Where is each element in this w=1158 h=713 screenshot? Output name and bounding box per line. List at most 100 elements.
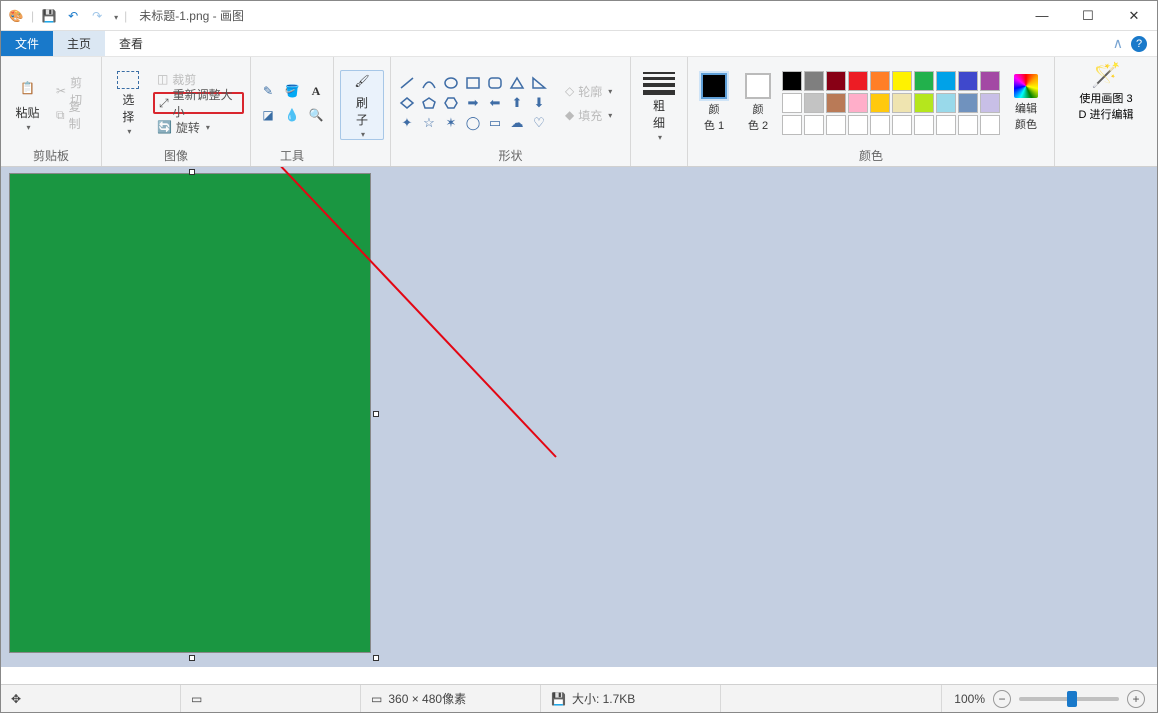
shape-roundrect[interactable] — [485, 74, 505, 92]
shape-arrow-left[interactable]: ⬅ — [485, 94, 505, 112]
paint3d-button[interactable]: 🪄 使用画图 3 D 进行编辑 — [1061, 61, 1151, 122]
fill-icon: ◆ — [565, 108, 574, 122]
shape-triangle[interactable] — [529, 74, 549, 92]
text-tool[interactable]: A — [305, 80, 327, 102]
palette-color[interactable] — [958, 115, 978, 135]
shape-heart[interactable]: ♡ — [529, 114, 549, 132]
palette-color[interactable] — [892, 115, 912, 135]
palette-color[interactable] — [782, 93, 802, 113]
shape-rect[interactable] — [463, 74, 483, 92]
shape-pentagon[interactable] — [419, 94, 439, 112]
fill-tool[interactable]: 🪣 — [281, 80, 303, 102]
group-colors: 颜 色 1 颜 色 2 编辑 颜色 颜色 — [688, 57, 1055, 166]
edit-colors-button[interactable]: 编辑 颜色 — [1004, 74, 1048, 132]
paste-button[interactable]: 📋 粘贴 — [7, 68, 48, 138]
pencil-tool[interactable]: ✎ — [257, 80, 279, 102]
copy-icon: ⧉ — [56, 108, 65, 123]
resize-button[interactable]: ⤢重新调整大小 — [153, 92, 244, 114]
zoom-in-button[interactable]: + — [1127, 690, 1145, 708]
redo-icon[interactable]: ↷ — [88, 7, 106, 25]
palette-color[interactable] — [870, 71, 890, 91]
palette-color[interactable] — [914, 115, 934, 135]
palette-color[interactable] — [804, 71, 824, 91]
resize-handle-bottom[interactable] — [189, 655, 195, 661]
save-icon[interactable]: 💾 — [40, 7, 58, 25]
shape-diamond[interactable] — [397, 94, 417, 112]
shape-line[interactable] — [397, 74, 417, 92]
shape-oval[interactable] — [441, 74, 461, 92]
shape-arrow-up[interactable]: ⬆ — [507, 94, 527, 112]
palette-color[interactable] — [958, 93, 978, 113]
qat-dropdown[interactable] — [112, 9, 118, 23]
palette-color[interactable] — [782, 115, 802, 135]
palette-color[interactable] — [804, 93, 824, 113]
shape-6star[interactable]: ✶ — [441, 114, 461, 132]
resize-handle-top[interactable] — [189, 169, 195, 175]
shape-arrow-right[interactable]: ➡ — [463, 94, 483, 112]
canvas-area[interactable] — [1, 167, 1157, 667]
palette-color[interactable] — [936, 115, 956, 135]
tab-view[interactable]: 查看 — [105, 31, 157, 56]
shape-curve[interactable] — [419, 74, 439, 92]
shape-arrow-down[interactable]: ⬇ — [529, 94, 549, 112]
collapse-ribbon-icon[interactable]: ∧ — [1113, 35, 1123, 52]
shape-callout-round[interactable]: ◯ — [463, 114, 483, 132]
zoom-thumb[interactable] — [1067, 691, 1077, 707]
palette-color[interactable] — [914, 93, 934, 113]
color2-button[interactable]: 颜 色 2 — [738, 73, 778, 133]
palette-color[interactable] — [848, 115, 868, 135]
shape-5star[interactable]: ☆ — [419, 114, 439, 132]
canvas[interactable] — [9, 173, 371, 653]
shape-callout-rect[interactable]: ▭ — [485, 114, 505, 132]
tab-home[interactable]: 主页 — [53, 31, 105, 56]
minimize-button[interactable]: — — [1019, 1, 1065, 31]
palette-color[interactable] — [848, 71, 868, 91]
zoom-slider[interactable] — [1019, 697, 1119, 701]
rotate-button[interactable]: 🔄旋转 — [153, 116, 244, 138]
palette-color[interactable] — [826, 71, 846, 91]
shape-4star[interactable]: ✦ — [397, 114, 417, 132]
tab-file[interactable]: 文件 — [1, 31, 53, 56]
resize-handle-corner[interactable] — [373, 655, 379, 661]
resize-handle-right[interactable] — [373, 411, 379, 417]
outline-button[interactable]: ◇轮廓 — [561, 80, 616, 102]
magnifier-tool[interactable]: 🔍 — [305, 104, 327, 126]
eraser-tool[interactable]: ◪ — [257, 104, 279, 126]
undo-icon[interactable]: ↶ — [64, 7, 82, 25]
select-button[interactable]: 选 择 — [108, 68, 149, 138]
close-button[interactable]: ✕ — [1111, 1, 1157, 31]
palette-color[interactable] — [826, 115, 846, 135]
palette-color[interactable] — [782, 71, 802, 91]
shape-hexagon[interactable] — [441, 94, 461, 112]
help-icon[interactable]: ? — [1131, 36, 1147, 52]
shape-gallery[interactable]: ➡ ⬅ ⬆ ⬇ ✦ ☆ ✶ ◯ ▭ ☁ ♡ — [397, 74, 549, 132]
color2-swatch — [745, 73, 771, 99]
zoom-out-button[interactable]: − — [993, 690, 1011, 708]
maximize-button[interactable]: ☐ — [1065, 1, 1111, 31]
shape-cloud[interactable]: ☁ — [507, 114, 527, 132]
palette-color[interactable] — [848, 93, 868, 113]
color1-swatch — [701, 73, 727, 99]
palette-color[interactable] — [892, 93, 912, 113]
palette-color[interactable] — [826, 93, 846, 113]
brush-button[interactable]: 🖌 刷 子 — [340, 70, 384, 140]
palette-color[interactable] — [980, 71, 1000, 91]
palette-color[interactable] — [980, 93, 1000, 113]
divider: | — [124, 9, 127, 23]
color1-button[interactable]: 颜 色 1 — [694, 73, 734, 133]
palette-color[interactable] — [892, 71, 912, 91]
palette-color[interactable] — [936, 93, 956, 113]
palette-color[interactable] — [936, 71, 956, 91]
palette-color[interactable] — [980, 115, 1000, 135]
eyedropper-tool[interactable]: 💧 — [281, 104, 303, 126]
palette-color[interactable] — [804, 115, 824, 135]
thickness-button[interactable]: 粗 细 — [637, 70, 681, 140]
copy-button[interactable]: ⧉复制 — [52, 104, 95, 126]
palette-color[interactable] — [914, 71, 934, 91]
paint3d-icon: 🪄 — [1091, 61, 1121, 90]
palette-color[interactable] — [870, 93, 890, 113]
shape-polygon[interactable] — [507, 74, 527, 92]
fill-button[interactable]: ◆填充 — [561, 104, 616, 126]
palette-color[interactable] — [870, 115, 890, 135]
palette-color[interactable] — [958, 71, 978, 91]
